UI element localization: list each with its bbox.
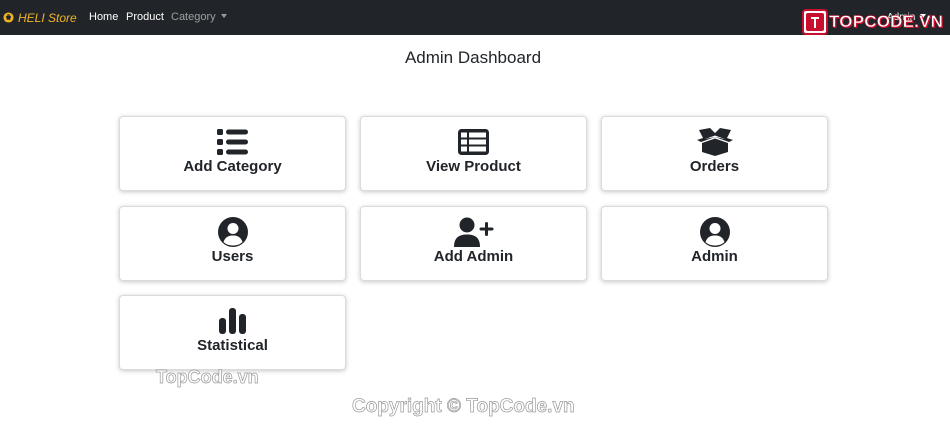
list-icon: [217, 129, 248, 155]
nav-home[interactable]: Home: [89, 0, 118, 35]
brand-link[interactable]: HELI Store: [3, 0, 77, 35]
user-circle-icon: [217, 217, 248, 247]
chart-bar-icon: [219, 308, 246, 334]
users-card[interactable]: Users: [119, 206, 346, 281]
box-open-icon: [696, 128, 733, 156]
view-product-label: View Product: [426, 158, 521, 175]
nav-category-label: Category: [171, 11, 216, 23]
topcode-logo-badge-icon: [802, 9, 828, 35]
nav-product[interactable]: Product: [126, 0, 164, 35]
add-category-card[interactable]: Add Category: [119, 116, 346, 191]
brand-logo-icon: [3, 12, 14, 23]
add-category-label: Add Category: [183, 158, 282, 175]
add-admin-card[interactable]: Add Admin: [360, 206, 587, 281]
copyright-watermark: Copyright © TopCode.vn: [352, 396, 575, 418]
user-plus-icon: [453, 217, 493, 247]
topcode-watermark: TopCode.vn: [156, 367, 259, 388]
brand-text: HELI Store: [18, 10, 77, 25]
page-title: Admin Dashboard: [404, 48, 542, 67]
chevron-down-icon: [220, 14, 227, 19]
top-navbar: HELI Store Home Product Category Admin T…: [0, 0, 950, 35]
table-icon: [458, 129, 489, 155]
topcode-logo-text: TOPCODE.VN: [829, 12, 944, 32]
topcode-logo: TOPCODE.VN: [802, 9, 943, 35]
admin-label: Admin: [691, 248, 738, 265]
statistical-card[interactable]: Statistical: [119, 295, 346, 370]
nav-category-dropdown[interactable]: Category: [171, 0, 227, 35]
users-label: Users: [211, 248, 254, 265]
view-product-card[interactable]: View Product: [360, 116, 587, 191]
orders-card[interactable]: Orders: [601, 116, 828, 191]
user-circle-icon: [699, 217, 730, 247]
statistical-label: Statistical: [197, 337, 268, 354]
add-admin-label: Add Admin: [433, 248, 514, 265]
orders-label: Orders: [689, 158, 740, 175]
admin-card[interactable]: Admin: [601, 206, 828, 281]
